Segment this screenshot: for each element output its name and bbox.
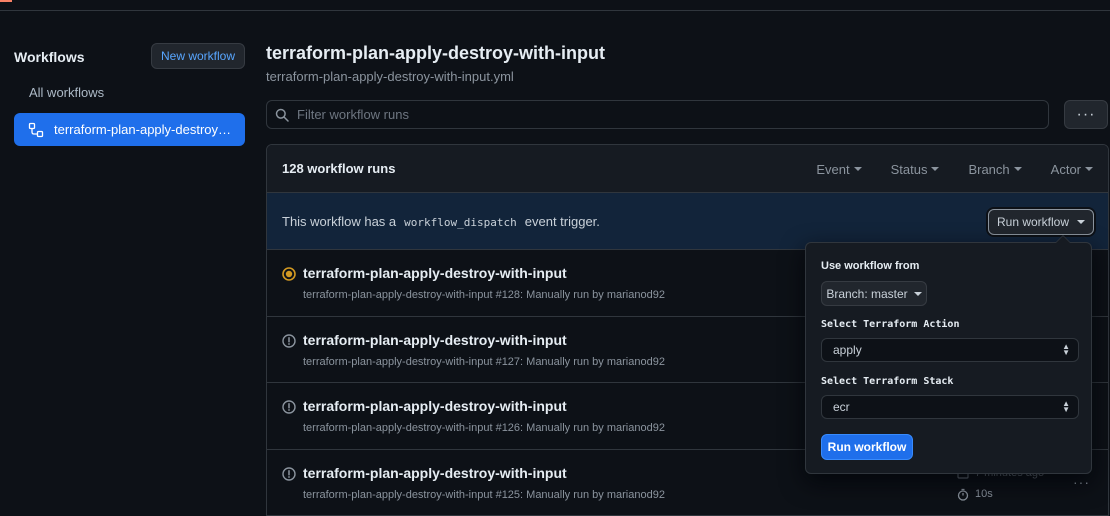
terraform-stack-label: Select Terraform Stack [821, 376, 954, 387]
event-filter-label: Event [816, 161, 850, 177]
run-meta: terraform-plan-apply-destroy-with-input … [303, 289, 665, 301]
dispatch-code: workflow_dispatch [404, 215, 517, 229]
chevron-down-icon [1077, 220, 1086, 224]
run-meta: terraform-plan-apply-destroy-with-input … [303, 422, 665, 434]
workflow-filename-link[interactable]: terraform-plan-apply-destroy-with-input.… [266, 69, 514, 84]
run-title[interactable]: terraform-plan-apply-destroy-with-input [303, 265, 567, 281]
top-navigation-bar [0, 0, 1110, 11]
run-more-options-button[interactable]: ··· [1073, 474, 1090, 490]
stopwatch-icon [957, 488, 969, 501]
chevron-down-icon [1013, 167, 1022, 171]
use-workflow-from-label: Use workflow from [821, 260, 920, 272]
chevron-down-icon [913, 291, 922, 296]
alert-icon [282, 466, 296, 481]
sidebar-item-label: terraform-plan-apply-destroy-with-input [54, 122, 234, 137]
run-workflow-dropdown-button[interactable]: Run workflow [988, 209, 1094, 235]
run-meta: terraform-plan-apply-destroy-with-input … [303, 488, 665, 501]
run-title[interactable]: terraform-plan-apply-destroy-with-input [303, 465, 567, 481]
in-progress-status-icon [282, 267, 296, 281]
runs-filters: Event Status Branch Actor [816, 145, 1108, 193]
sidebar-item-all-workflows[interactable]: All workflows [29, 85, 104, 100]
run-duration: 10s [957, 488, 993, 501]
terraform-stack-value: ecr [833, 400, 850, 414]
branch-select-button[interactable]: Branch: master [821, 281, 927, 306]
chevron-down-icon [853, 167, 862, 171]
terraform-action-value: apply [833, 343, 862, 357]
sidebar-item-active-workflow[interactable]: terraform-plan-apply-destroy-with-input [14, 113, 245, 146]
page-title: terraform-plan-apply-destroy-with-input [266, 43, 606, 63]
filter-runs-field[interactable] [266, 100, 1049, 129]
workflow-icon [28, 122, 44, 138]
alert-icon [282, 400, 296, 414]
dispatch-text-after: event trigger. [524, 213, 600, 229]
chevron-down-icon [931, 167, 940, 171]
run-title[interactable]: terraform-plan-apply-destroy-with-input [303, 398, 567, 414]
filter-runs-input[interactable] [297, 107, 997, 122]
terraform-action-label: Select Terraform Action [821, 319, 960, 330]
more-options-button[interactable]: ··· [1064, 100, 1108, 129]
brand-accent [0, 0, 12, 2]
run-duration-text: 10s [975, 488, 993, 500]
runs-header: 128 workflow runs Event Status Branch Ac… [267, 145, 1108, 193]
run-workflow-button-label: Run workflow [996, 215, 1070, 229]
run-workflow-submit-button[interactable]: Run workflow [821, 434, 913, 460]
alert-icon [282, 333, 296, 348]
branch-filter-dropdown[interactable]: Branch [968, 161, 1022, 177]
run-title[interactable]: terraform-plan-apply-destroy-with-input [303, 332, 567, 348]
branch-filter-label: Branch [968, 161, 1010, 177]
select-arrows-icon: ▲ ▼ [1062, 399, 1070, 414]
runs-count: 128 workflow runs [282, 161, 396, 176]
select-arrows-icon: ▲ ▼ [1062, 342, 1070, 357]
search-icon [275, 108, 289, 122]
branch-select-label: Branch: master [826, 286, 908, 301]
sidebar-title: Workflows [14, 49, 85, 65]
run-workflow-popover: Use workflow from Branch: master Select … [805, 235, 1092, 474]
run-meta: terraform-plan-apply-destroy-with-input … [303, 355, 665, 368]
terraform-action-select[interactable]: apply ▲ ▼ [821, 338, 1079, 362]
dispatch-text-before: This workflow has a [282, 213, 397, 229]
status-filter-label: Status [890, 161, 928, 177]
event-filter-dropdown[interactable]: Event [816, 161, 862, 177]
actor-filter-dropdown[interactable]: Actor [1051, 162, 1093, 177]
new-workflow-button[interactable]: New workflow [151, 43, 245, 69]
status-filter-dropdown[interactable]: Status [891, 162, 940, 177]
actor-filter-label: Actor [1050, 161, 1081, 177]
chevron-down-icon [1085, 167, 1093, 171]
workflows-sidebar: Workflows New workflow All workflows ter… [0, 11, 255, 516]
terraform-stack-select[interactable]: ecr ▲ ▼ [821, 395, 1079, 419]
